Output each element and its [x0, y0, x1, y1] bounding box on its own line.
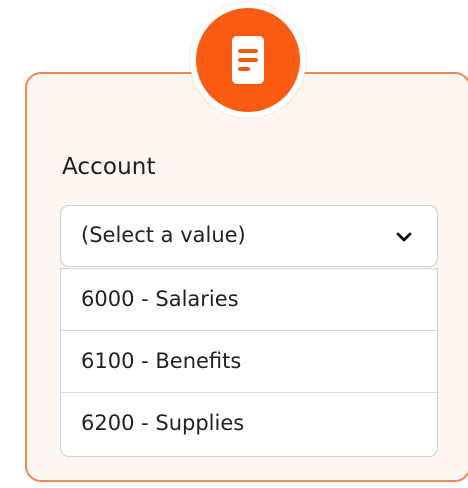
option-6000-salaries[interactable]: 6000 - Salaries — [61, 269, 437, 331]
document-icon — [232, 36, 264, 84]
account-options-list: 6000 - Salaries 6100 - Benefits 6200 - S… — [60, 268, 438, 457]
chevron-down-icon[interactable] — [395, 228, 413, 246]
account-select-value: (Select a value) — [81, 223, 246, 247]
option-6100-benefits[interactable]: 6100 - Benefits — [61, 331, 437, 393]
option-label: 6200 - Supplies — [81, 411, 245, 435]
account-select[interactable]: (Select a value) — [60, 205, 438, 267]
document-badge — [190, 2, 306, 118]
option-label: 6100 - Benefits — [81, 349, 242, 373]
option-label: 6000 - Salaries — [81, 287, 239, 311]
account-label: Account — [62, 154, 156, 180]
option-6200-supplies[interactable]: 6200 - Supplies — [61, 393, 437, 455]
